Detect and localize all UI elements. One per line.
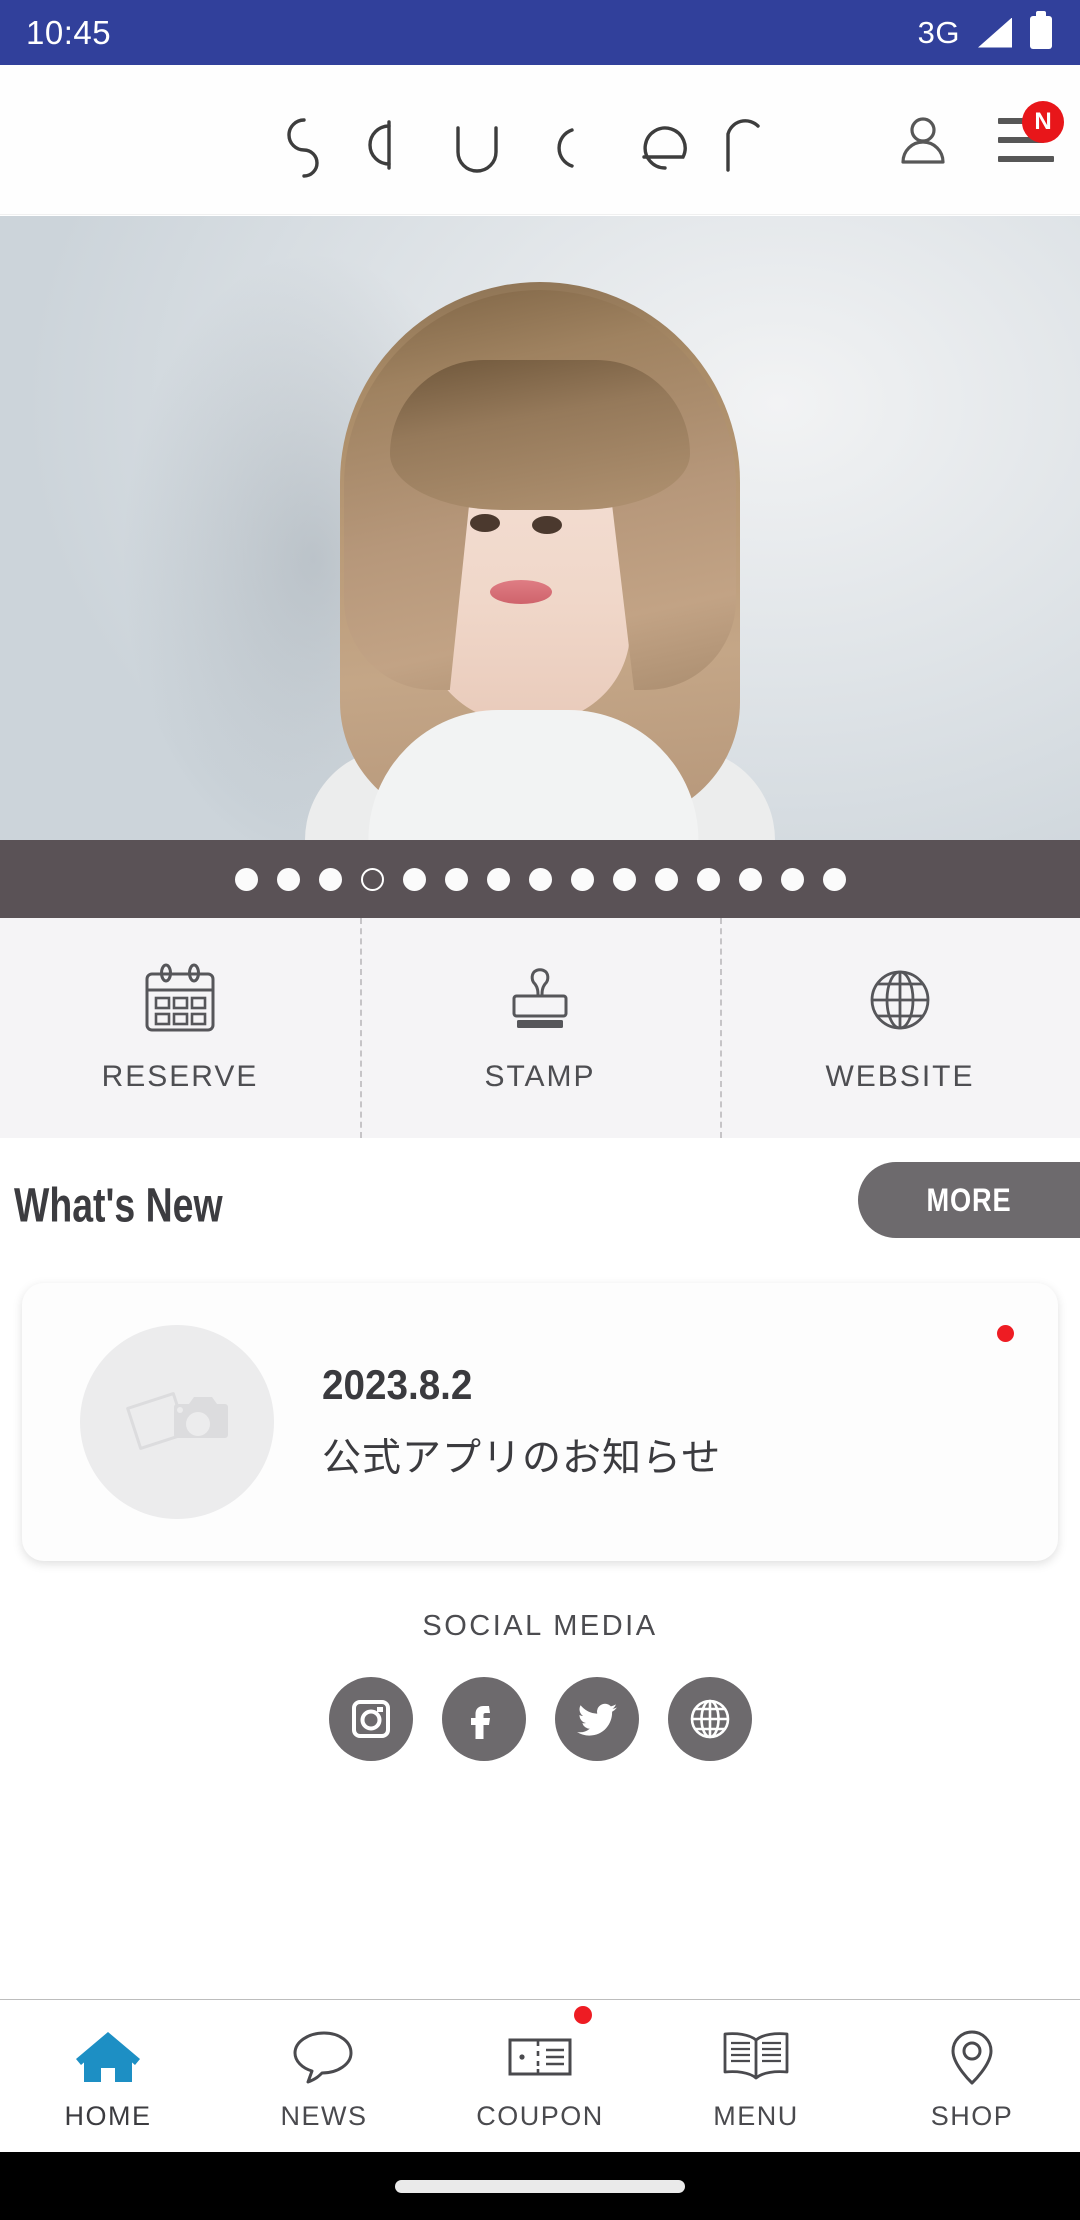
nav-label: SHOP xyxy=(930,2101,1014,2131)
social-media-links xyxy=(328,1677,752,1761)
facebook-icon xyxy=(470,1706,490,1739)
quick-action-website[interactable]: WEBSITE xyxy=(720,918,1080,1138)
hero-carousel-image[interactable] xyxy=(0,216,1080,840)
model-lips xyxy=(490,580,552,604)
globe-icon xyxy=(690,1699,729,1739)
social-link-website[interactable] xyxy=(667,1677,752,1761)
carousel-dot[interactable] xyxy=(822,867,846,891)
whats-new-header: What's New MORE xyxy=(0,1138,1080,1273)
nav-label: HOME xyxy=(64,2101,152,2131)
carousel-dot[interactable] xyxy=(612,867,636,891)
saucer-logo[interactable] xyxy=(262,100,762,180)
hamburger-menu-button[interactable]: N xyxy=(996,100,1064,171)
quick-action-label: RESERVE xyxy=(101,1060,259,1093)
nav-label: COUPON xyxy=(476,2101,604,2131)
social-media-section: SOCIAL MEDIA xyxy=(0,1610,1080,1761)
quick-action-reserve[interactable]: RESERVE xyxy=(0,918,360,1138)
nav-label: MENU xyxy=(713,2101,799,2131)
twitter-icon xyxy=(576,1703,617,1736)
model-eye-left xyxy=(470,514,500,532)
bottom-navigation: HOME NEWS COUPON MENU SHOP xyxy=(0,1999,1080,2152)
network-type-label: 3G xyxy=(917,14,960,50)
social-link-twitter[interactable] xyxy=(554,1677,639,1761)
carousel-pagination[interactable] xyxy=(0,840,1080,918)
news-list-item[interactable]: 2023.8.2 公式アプリのお知らせ xyxy=(22,1283,1058,1561)
carousel-dot[interactable] xyxy=(402,867,426,891)
nav-item-menu[interactable]: MENU xyxy=(648,2000,864,2152)
social-link-facebook[interactable] xyxy=(441,1677,526,1761)
carousel-dot[interactable] xyxy=(738,867,762,891)
news-thumbnail xyxy=(80,1325,274,1519)
carousel-dot[interactable] xyxy=(234,867,258,891)
model-eye-right xyxy=(532,516,562,534)
status-bar-indicators: 3G xyxy=(917,11,1052,51)
battery-full-icon xyxy=(1030,11,1052,49)
carousel-dot[interactable] xyxy=(486,867,510,891)
model-fringe xyxy=(390,360,690,510)
carousel-dot[interactable] xyxy=(528,867,552,891)
more-button-label: MORE xyxy=(926,1181,1012,1218)
system-navigation-bar xyxy=(0,2152,1080,2220)
carousel-dot[interactable] xyxy=(780,867,804,891)
home-indicator-pill[interactable] xyxy=(395,2179,685,2193)
news-text-block: 2023.8.2 公式アプリのお知らせ xyxy=(322,1361,721,1483)
app-screen: 10:45 3G N RESERVE STAMP WEBSITE What's … xyxy=(0,0,1080,2220)
quick-action-label: STAMP xyxy=(484,1060,596,1093)
carousel-dot[interactable] xyxy=(444,867,468,891)
speech-bubble-icon xyxy=(293,2031,353,2084)
carousel-dot[interactable] xyxy=(570,867,594,891)
coupon-badge xyxy=(574,2006,592,2024)
nav-label: NEWS xyxy=(280,2101,368,2131)
header-action-icons: N xyxy=(892,100,1064,171)
instagram-icon xyxy=(351,1700,390,1738)
status-bar-clock: 10:45 xyxy=(26,14,112,51)
map-pin-icon xyxy=(951,2030,993,2085)
carousel-dot[interactable] xyxy=(318,867,342,891)
quick-action-stamp[interactable]: STAMP xyxy=(360,918,720,1138)
whats-new-more-button[interactable]: MORE xyxy=(858,1162,1080,1238)
status-bar: 10:45 3G xyxy=(0,0,1080,65)
menu-new-badge: N xyxy=(1022,100,1064,143)
carousel-dot[interactable] xyxy=(654,867,678,891)
ticket-icon xyxy=(508,2038,572,2076)
nav-item-news[interactable]: NEWS xyxy=(216,2000,432,2152)
carousel-dot[interactable] xyxy=(696,867,720,891)
signal-triangle-icon xyxy=(978,17,1012,48)
social-link-instagram[interactable] xyxy=(328,1677,413,1761)
home-icon xyxy=(76,2032,140,2082)
quick-action-label: WEBSITE xyxy=(825,1060,975,1093)
account-button[interactable] xyxy=(892,109,954,171)
social-media-label: SOCIAL MEDIA xyxy=(422,1610,658,1642)
news-date: 2023.8.2 xyxy=(322,1361,473,1408)
open-book-icon xyxy=(723,2032,789,2080)
nav-item-coupon[interactable]: COUPON xyxy=(432,2000,648,2152)
app-header: N xyxy=(0,65,1080,215)
whats-new-title: What's New xyxy=(14,1179,223,1232)
carousel-dot[interactable] xyxy=(276,867,300,891)
carousel-dot[interactable] xyxy=(360,867,384,891)
nav-item-shop[interactable]: SHOP xyxy=(864,2000,1080,2152)
news-unread-badge xyxy=(997,1325,1014,1342)
quick-action-row: RESERVE STAMP WEBSITE xyxy=(0,918,1080,1138)
nav-item-home[interactable]: HOME xyxy=(0,2000,216,2152)
news-title: 公式アプリのお知らせ xyxy=(322,1436,722,1481)
